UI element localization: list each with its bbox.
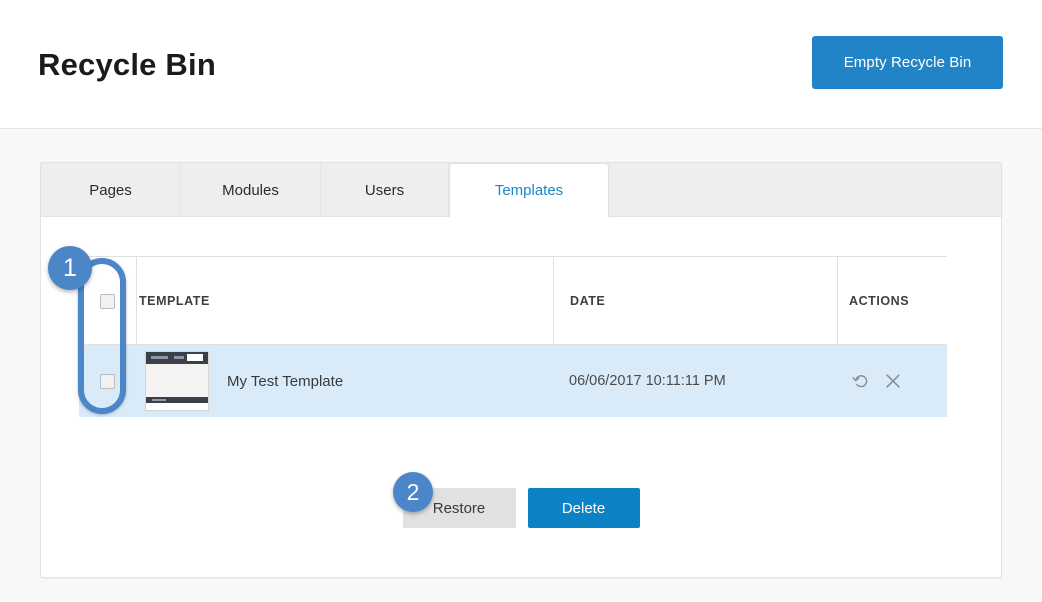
table-row[interactable]: My Test Template 06/06/2017 10:11:11 PM bbox=[79, 345, 947, 417]
tab-users[interactable]: Users bbox=[321, 163, 449, 217]
table-header-select bbox=[79, 257, 136, 345]
template-name: My Test Template bbox=[227, 372, 344, 390]
select-all-checkbox[interactable] bbox=[100, 293, 115, 309]
tab-modules[interactable]: Modules bbox=[181, 163, 321, 217]
restore-button[interactable]: Restore bbox=[402, 488, 516, 528]
row-select-cell bbox=[79, 345, 136, 417]
templates-table: TEMPLATE DATE ACTIONS My Test Template 0… bbox=[79, 256, 947, 417]
restore-icon[interactable] bbox=[851, 371, 871, 391]
table-header-template: TEMPLATE bbox=[136, 257, 593, 345]
row-actions-cell bbox=[837, 345, 947, 417]
tab-templates[interactable]: Templates bbox=[449, 163, 609, 218]
tab-bar: Pages Modules Users Templates bbox=[41, 163, 1001, 218]
recycle-bin-card: Pages Modules Users Templates TEMPLATE D… bbox=[40, 162, 1002, 578]
table-header-date: DATE bbox=[553, 257, 837, 345]
table-header-actions: ACTIONS bbox=[837, 257, 947, 345]
row-template-cell: My Test Template bbox=[136, 345, 553, 417]
tab-templates-label: Templates bbox=[494, 182, 564, 199]
delete-button[interactable]: Delete bbox=[527, 488, 640, 528]
tab-modules-label: Modules bbox=[222, 181, 279, 199]
empty-recycle-bin-button[interactable]: Empty Recycle Bin bbox=[812, 36, 1003, 89]
tab-pages-label: Pages bbox=[89, 181, 132, 199]
row-select-checkbox[interactable] bbox=[100, 373, 115, 389]
table-header-row: TEMPLATE DATE ACTIONS bbox=[79, 256, 947, 345]
delete-icon[interactable] bbox=[883, 371, 903, 391]
row-date: 06/06/2017 10:11:11 PM bbox=[569, 373, 726, 389]
page-title: Recycle Bin bbox=[38, 47, 216, 82]
tab-pages[interactable]: Pages bbox=[41, 163, 181, 217]
action-button-row: Restore Delete bbox=[41, 488, 1001, 528]
tab-users-label: Users bbox=[364, 181, 405, 199]
page-header: Recycle Bin Empty Recycle Bin bbox=[0, 0, 1042, 129]
template-thumbnail-icon bbox=[145, 351, 209, 411]
